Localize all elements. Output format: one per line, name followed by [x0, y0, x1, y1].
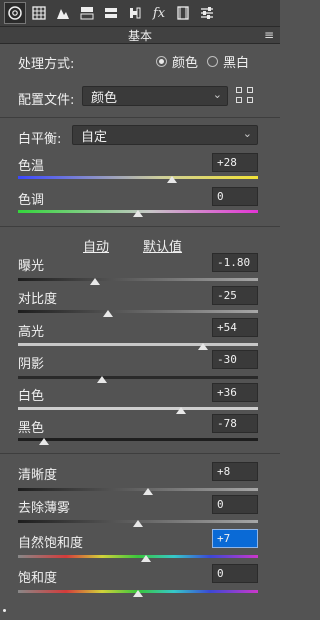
slider-label-clarity: 清晰度 — [18, 468, 58, 483]
slider-thumb-tint[interactable] — [133, 210, 143, 217]
radio-color-label: 颜色 — [172, 56, 199, 71]
slider-label-contrast: 对比度 — [18, 292, 58, 307]
value-whites[interactable]: +36 — [212, 383, 258, 402]
slider-thumb-shadows[interactable] — [97, 376, 107, 383]
fx-label: fx — [152, 5, 166, 21]
value-dehaze[interactable]: 0 — [212, 495, 258, 514]
value-shadows[interactable]: -30 — [212, 350, 258, 369]
chevron-down-icon: ⌄ — [242, 127, 252, 140]
slider-thumb-dehaze[interactable] — [133, 520, 143, 527]
radio-bw[interactable]: 黑白 — [207, 52, 249, 71]
radio-color-icon[interactable] — [156, 56, 167, 67]
slider-thumb-highlights[interactable] — [197, 343, 208, 350]
slider-track-clarity[interactable] — [18, 488, 258, 491]
profile-label: 配置文件: — [18, 93, 75, 108]
slider-track-contrast[interactable] — [18, 310, 258, 313]
slider-track-whites[interactable] — [18, 407, 258, 410]
slider-label-dehaze: 去除薄雾 — [18, 501, 71, 516]
auto-link[interactable]: 自动 — [83, 236, 109, 255]
profile-select[interactable]: 颜色 ⌄ — [82, 86, 228, 106]
panel-header[interactable]: 基本 ≡ — [0, 26, 280, 44]
panel-title: 基本 — [127, 28, 152, 43]
slider-thumb-saturation[interactable] — [133, 590, 143, 597]
slider-thumb-contrast[interactable] — [103, 310, 113, 317]
panel-toolbar: fx — [0, 0, 280, 26]
divider — [0, 226, 280, 227]
treatment-radio-group: 颜色 黑白 — [156, 52, 258, 71]
slider-thumb-temp[interactable] — [166, 176, 177, 183]
slider-thumb-vibrance[interactable] — [141, 555, 152, 562]
slider-track-temp[interactable] — [18, 176, 258, 179]
split-panel-icon[interactable] — [76, 2, 98, 24]
value-contrast[interactable]: -25 — [212, 286, 258, 305]
radio-bw-label: 黑白 — [223, 56, 250, 71]
value-temp[interactable]: +28 — [212, 153, 258, 172]
slider-thumb-blacks[interactable] — [39, 438, 50, 445]
white-balance-select[interactable]: 自定 ⌄ — [72, 125, 258, 145]
chevron-down-icon: ⌄ — [212, 88, 222, 101]
lens-icon[interactable] — [124, 2, 146, 24]
slider-label-blacks: 黑色 — [18, 421, 45, 436]
radio-color[interactable]: 颜色 — [156, 52, 198, 71]
slider-label-exposure: 曝光 — [18, 259, 45, 274]
treatment-label: 处理方式: — [18, 57, 75, 72]
white-balance-label: 白平衡: — [18, 132, 62, 147]
divider — [0, 117, 280, 118]
slider-label-shadows: 阴影 — [18, 357, 45, 372]
profile-value: 颜色 — [91, 90, 118, 106]
profile-browser-icon[interactable] — [236, 87, 256, 105]
default-link[interactable]: 默认值 — [143, 236, 182, 255]
sliders-icon[interactable] — [196, 2, 218, 24]
value-blacks[interactable]: -78 — [212, 414, 258, 433]
slider-thumb-clarity[interactable] — [142, 488, 153, 495]
slider-label-tint: 色调 — [18, 193, 45, 208]
slider-track-shadows[interactable] — [18, 376, 258, 379]
equal-icon[interactable] — [100, 2, 122, 24]
value-tint[interactable]: 0 — [212, 187, 258, 206]
slider-thumb-exposure[interactable] — [89, 278, 100, 285]
grid-icon[interactable] — [28, 2, 50, 24]
fx-icon[interactable]: fx — [148, 2, 170, 24]
status-dot — [3, 609, 6, 612]
mountain-icon[interactable] — [52, 2, 74, 24]
slider-label-vibrance: 自然饱和度 — [18, 536, 84, 551]
value-exposure[interactable]: -1.80 — [212, 253, 258, 272]
slider-label-whites: 白色 — [18, 389, 45, 404]
slider-label-saturation: 饱和度 — [18, 571, 58, 586]
value-clarity[interactable]: +8 — [212, 462, 258, 481]
slider-track-highlights[interactable] — [18, 343, 258, 346]
slider-thumb-whites[interactable] — [176, 407, 187, 414]
value-vibrance[interactable]: +7 — [212, 529, 258, 548]
film-icon[interactable] — [172, 2, 194, 24]
slider-label-highlights: 高光 — [18, 325, 45, 340]
aperture-icon[interactable] — [4, 2, 26, 24]
slider-track-blacks[interactable] — [18, 438, 258, 441]
slider-track-vibrance[interactable] — [18, 555, 258, 558]
divider — [0, 453, 280, 454]
value-highlights[interactable]: +54 — [212, 318, 258, 337]
slider-track-exposure[interactable] — [18, 278, 258, 281]
white-balance-value: 自定 — [81, 129, 108, 145]
slider-label-temp: 色温 — [18, 159, 45, 174]
menu-icon[interactable]: ≡ — [264, 28, 274, 42]
radio-bw-icon[interactable] — [207, 56, 219, 67]
value-saturation[interactable]: 0 — [212, 564, 258, 583]
